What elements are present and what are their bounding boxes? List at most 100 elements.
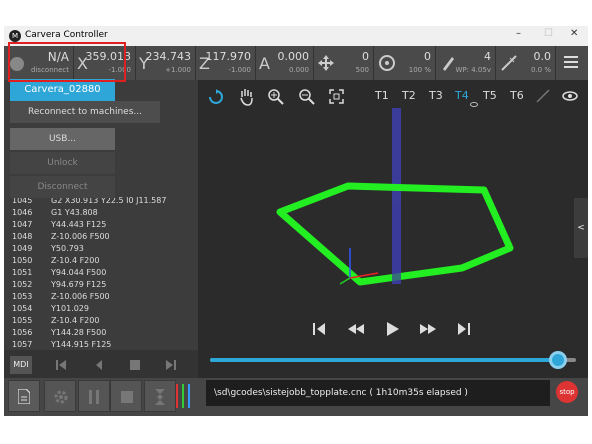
stop-job-button[interactable] (110, 380, 142, 412)
tool-t1-button[interactable]: T1 (375, 89, 389, 102)
eye-icon[interactable] (562, 91, 578, 101)
play-icon[interactable] (387, 322, 399, 336)
line-code: Y44.443 F125 (51, 220, 107, 229)
tool-probe-icon (443, 57, 454, 71)
first-line-icon[interactable] (56, 360, 66, 370)
line-number: 1056 (12, 328, 33, 337)
gcode-line[interactable]: 1046 G1 Y43.808 (8, 208, 198, 220)
tool-value: 4 (484, 50, 491, 63)
usb-item[interactable]: USB... (10, 128, 115, 150)
spindle-cell[interactable]: 0 100 % (374, 46, 436, 80)
tool-t2-button[interactable]: T2 (402, 89, 416, 102)
pause-button[interactable] (78, 380, 110, 412)
feed-value: 0 (362, 50, 369, 63)
rewind-icon[interactable] (348, 324, 364, 334)
pan-hand-icon[interactable] (238, 88, 254, 106)
laser-sub: 0.0 % (530, 66, 551, 74)
gcode-line[interactable]: 1055 Z-10.4 F200 (8, 316, 198, 328)
z-axis-sub: -1.000 (228, 66, 251, 74)
line-code: Y101.029 (51, 304, 89, 313)
line-number: 1048 (12, 232, 33, 241)
3d-viewer[interactable]: T1 T2 T3 T4 T5 T6 < (198, 80, 588, 378)
tool-t3-button[interactable]: T3 (429, 89, 443, 102)
disconnect-item[interactable]: Disconnect (10, 176, 115, 198)
gcode-line[interactable]: 1050 Z-10.4 F200 (8, 256, 198, 268)
skip-start-icon[interactable] (313, 323, 327, 335)
tool-t4-button[interactable]: T4 (455, 89, 469, 102)
line-number: 1049 (12, 244, 33, 253)
maximize-button[interactable]: ☐ (544, 28, 553, 39)
file-button[interactable] (8, 380, 40, 412)
gcode-line[interactable]: 1056 Y144.28 F500 (8, 328, 198, 340)
unlock-item[interactable]: Unlock (10, 152, 115, 174)
gcode-line[interactable]: 1051 Y94.044 F500 (8, 268, 198, 280)
feed-cell[interactable]: 0 500 (314, 46, 374, 80)
tool-cell[interactable]: 4 WP: 4.05v (436, 46, 496, 80)
y-axis-sub: +1.000 (165, 66, 191, 74)
machine-item[interactable]: Carvera_02880 (10, 79, 115, 101)
visible-eye-small-icon (470, 102, 478, 107)
line-number: 1050 (12, 256, 33, 265)
gcode-line[interactable]: 1053 Z-10.006 F500 (8, 292, 198, 304)
app-logo-icon: M (9, 30, 21, 42)
line-number: 1054 (12, 304, 33, 313)
z-axis-value: 117.970 (205, 50, 252, 63)
close-button[interactable]: ✕ (570, 28, 578, 39)
gcode-line[interactable]: 1047 Y44.443 F125 (8, 220, 198, 232)
line-code: Z-10.006 F500 (51, 292, 110, 301)
gcode-line[interactable]: 1049 Y50.793 (8, 244, 198, 256)
a-axis-value: 0.000 (277, 50, 310, 63)
stop-line-icon[interactable] (130, 360, 140, 370)
hourglass-icon (155, 389, 165, 405)
laser-cell[interactable]: 0.0 0.0 % (496, 46, 556, 80)
emergency-stop-button[interactable]: stop (556, 381, 578, 403)
laser-toggle-icon[interactable] (536, 89, 550, 103)
gcode-line[interactable]: 1052 Y94.679 F125 (8, 280, 198, 292)
spindle-fan-icon (379, 55, 395, 71)
minimize-button[interactable]: – (516, 28, 521, 39)
rotate-view-icon[interactable] (208, 89, 224, 105)
reconnect-item[interactable]: Reconnect to machines... (10, 101, 160, 123)
line-code: Y94.044 F500 (51, 268, 107, 277)
collapse-panel-button[interactable]: < (574, 198, 588, 258)
tool-sub: WP: 4.05v (455, 66, 491, 74)
prev-line-icon[interactable] (94, 360, 104, 370)
red-indicator (176, 384, 178, 408)
y-axis-value: 234.743 (145, 50, 192, 63)
gcode-panel: 1045 G2 X30.913 Y22.5 I0 J11.587 1046 G1 Y… (4, 80, 198, 378)
playback-handle[interactable] (548, 351, 567, 369)
gear-icon (54, 390, 68, 404)
toolpath-render (276, 108, 514, 286)
skip-end-icon[interactable] (458, 323, 472, 335)
laser-value: 0.0 (533, 50, 552, 63)
fast-forward-icon[interactable] (420, 324, 436, 334)
line-code: Z-10.4 F200 (51, 256, 100, 265)
a-axis-sub: 0.000 (288, 66, 309, 74)
next-line-icon[interactable] (166, 360, 176, 370)
line-number: 1046 (12, 208, 33, 217)
tool-t5-button[interactable]: T5 (483, 89, 497, 102)
gcode-line[interactable]: 1048 Z-10.006 F500 (8, 232, 198, 244)
gcode-line[interactable]: 1057 Y144.915 F125 (8, 340, 198, 348)
zoom-out-icon[interactable] (299, 89, 315, 105)
settings-button[interactable] (44, 380, 76, 412)
pause-icon (89, 390, 99, 404)
zoom-in-icon[interactable] (268, 89, 284, 105)
file-icon (18, 389, 30, 404)
spindle-value: 0 (424, 50, 431, 63)
line-code: Z-10.006 F500 (51, 232, 110, 241)
menu-button[interactable] (556, 46, 588, 80)
y-axis-cell[interactable]: Y 234.743 +1.000 (136, 46, 196, 80)
tool-t6-button[interactable]: T6 (510, 89, 524, 102)
mdi-button[interactable]: MDI (10, 356, 32, 374)
a-axis-cell[interactable]: A 0.000 0.000 (256, 46, 314, 80)
z-axis-cell[interactable]: Z 117.970 -1.000 (196, 46, 256, 80)
window-title: Carvera Controller (25, 30, 108, 40)
playback-slider[interactable] (210, 351, 576, 369)
laser-icon (501, 55, 517, 71)
line-code: Y50.793 (51, 244, 84, 253)
gcode-line[interactable]: 1054 Y101.029 (8, 304, 198, 316)
line-code: Y94.679 F125 (51, 280, 107, 289)
fit-view-icon[interactable] (329, 89, 344, 104)
timer-button[interactable] (144, 380, 176, 412)
